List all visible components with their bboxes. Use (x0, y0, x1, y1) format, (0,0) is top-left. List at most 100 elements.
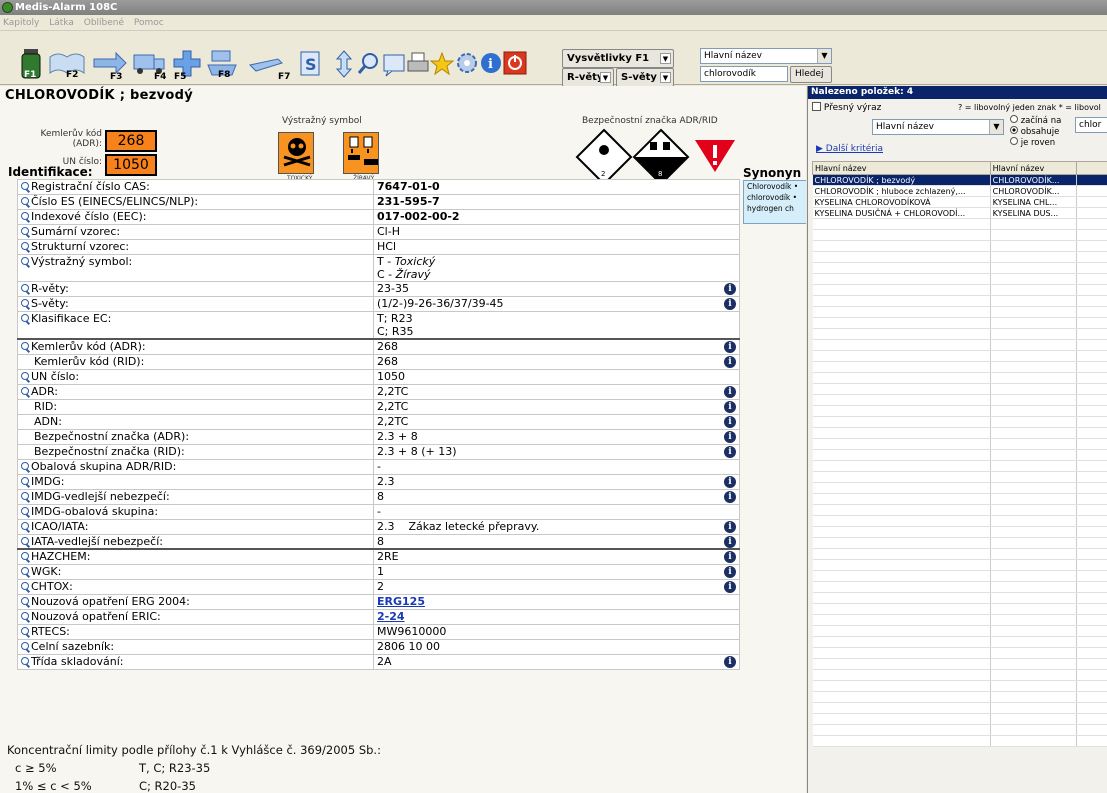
about-button[interactable]: i (479, 51, 503, 83)
vysvetlivky-button[interactable]: Vysvětlivky F1 ▼ (562, 49, 674, 68)
magnifier-icon[interactable] (21, 566, 29, 575)
toolbar-button-f8[interactable]: F8 (206, 47, 238, 80)
magnifier-icon[interactable] (21, 626, 29, 635)
radio-starts-with[interactable]: začíná na (1010, 115, 1061, 126)
info-icon[interactable]: i (724, 565, 736, 578)
notes-button[interactable] (382, 51, 406, 83)
magnifier-icon[interactable] (21, 314, 29, 322)
magnifier-icon[interactable] (21, 284, 29, 292)
magnifier-icon[interactable] (21, 197, 29, 205)
magnifier-icon[interactable] (21, 461, 29, 470)
property-link[interactable]: 2-24 (377, 610, 405, 623)
synonym-item[interactable]: hydrogen ch (747, 203, 806, 214)
toolbar-button-f4[interactable]: F4 (132, 49, 166, 82)
hledej-button[interactable]: Hledej (790, 66, 832, 83)
info-icon[interactable]: i (724, 580, 736, 593)
menu-latka[interactable]: Látka (49, 18, 74, 28)
info-icon[interactable]: i (724, 475, 736, 488)
column-header[interactable]: Hlavní název (812, 161, 991, 175)
toolbar-button-f3[interactable]: F3 (92, 49, 128, 82)
result-row[interactable]: CHLOROVODÍK ; hluboce zchlazený,... CHLOR… (812, 185, 1107, 197)
magnifier-icon[interactable] (21, 611, 29, 620)
property-key-label: R-věty: (31, 282, 69, 295)
magnifier-icon[interactable] (21, 521, 29, 530)
menu-kapitoly[interactable]: Kapitoly (3, 18, 39, 28)
radio-contains[interactable]: obsahuje (1010, 126, 1061, 137)
magnifier-icon[interactable] (21, 581, 29, 590)
result-cell (812, 350, 991, 362)
info-icon[interactable]: i (724, 551, 736, 563)
empty-row (812, 493, 1107, 505)
empty-row (812, 405, 1107, 417)
menu-oblibene[interactable]: Oblíbené (84, 18, 124, 28)
magnifier-icon[interactable] (21, 491, 29, 500)
info-icon[interactable]: i (724, 490, 736, 503)
result-row[interactable]: KYSELINA DUSIČNÁ + CHLOROVODÍ... KYSELINA… (812, 207, 1107, 219)
search-input[interactable]: chlorovodík (700, 66, 788, 82)
info-icon[interactable]: i (724, 341, 736, 353)
info-icon[interactable]: i (724, 430, 736, 443)
settings-button[interactable] (455, 51, 479, 83)
magnifier-icon[interactable] (21, 596, 29, 605)
result-row[interactable]: KYSELINA CHLOROVODÍKOVÁ KYSELINA CHL... (812, 196, 1107, 208)
result-cell (1076, 504, 1107, 516)
toolbar-button-f1[interactable]: F1 (20, 47, 42, 80)
info-icon[interactable]: i (724, 283, 736, 295)
property-key: S-věty: (17, 296, 374, 312)
magnifier-icon[interactable] (21, 656, 29, 665)
magnifier-icon[interactable] (21, 212, 29, 220)
magnifier-icon[interactable] (21, 242, 29, 250)
property-row: RID: 2,2TC i (17, 398, 740, 415)
magnifier-icon[interactable] (21, 227, 29, 235)
info-icon[interactable]: i (724, 385, 736, 398)
property-row: Obalová skupina ADR/RID: - (17, 458, 740, 475)
property-row: R-věty: 23-35 i (17, 281, 740, 297)
result-cell (990, 592, 1078, 604)
more-criteria-link[interactable]: ▶ Další kritéria (816, 144, 883, 154)
r-vety-button[interactable]: R-věty ▼ (562, 68, 614, 87)
favorites-button[interactable] (430, 51, 454, 83)
toolbar-button-f2[interactable]: F2 (48, 47, 86, 80)
results-field-select[interactable]: Hlavní název ▼ (872, 119, 1004, 135)
property-value[interactable]: ERG125 (373, 593, 740, 610)
property-value[interactable]: 2-24 (373, 608, 740, 625)
print-button[interactable] (406, 51, 430, 83)
column-header[interactable]: Hlavní název (989, 161, 1078, 175)
search-field-select[interactable]: Hlavní název ▼ (700, 48, 832, 64)
toolbar-button-f5[interactable]: F5 (172, 49, 202, 82)
s-vety-button[interactable]: S-věty ▼ (616, 68, 674, 87)
magnifier-icon[interactable] (21, 257, 29, 265)
info-icon[interactable]: i (724, 655, 736, 668)
radio-equals[interactable]: je roven (1010, 137, 1061, 148)
results-search-input[interactable]: chlor (1075, 117, 1107, 133)
magnifier-icon[interactable] (21, 342, 29, 350)
info-icon[interactable]: i (724, 535, 736, 548)
magnifier-icon[interactable] (21, 371, 29, 380)
exit-button[interactable] (503, 51, 527, 83)
search-button[interactable] (356, 51, 380, 83)
info-icon[interactable]: i (724, 445, 736, 458)
result-row[interactable]: CHLOROVODÍK ; bezvodý CHLOROVODÍK... (812, 174, 1107, 186)
magnifier-icon[interactable] (21, 641, 29, 650)
synonyms-list[interactable]: Chlorovodík • chlorovodík • hydrogen ch (743, 180, 806, 224)
synonym-item[interactable]: Chlorovodík • (747, 181, 806, 192)
menu-pomoc[interactable]: Pomoc (134, 18, 164, 28)
sort-button[interactable] (334, 49, 354, 81)
info-icon[interactable]: i (724, 400, 736, 413)
info-icon[interactable]: i (724, 415, 736, 428)
info-icon[interactable]: i (724, 355, 736, 368)
magnifier-icon[interactable] (21, 386, 29, 395)
safety-sheet-button[interactable]: S (299, 51, 323, 83)
magnifier-icon[interactable] (21, 536, 29, 545)
info-icon[interactable]: i (724, 520, 736, 533)
magnifier-icon[interactable] (21, 552, 29, 560)
info-icon[interactable]: i (724, 298, 736, 310)
toolbar-button-f7[interactable]: F7 (248, 49, 290, 82)
exact-match-checkbox[interactable]: Přesný výraz (812, 102, 881, 113)
magnifier-icon[interactable] (21, 506, 29, 515)
property-link[interactable]: ERG125 (377, 595, 425, 608)
magnifier-icon[interactable] (21, 476, 29, 485)
magnifier-icon[interactable] (21, 182, 29, 190)
magnifier-icon[interactable] (21, 299, 29, 307)
synonym-item[interactable]: chlorovodík • (747, 192, 806, 203)
